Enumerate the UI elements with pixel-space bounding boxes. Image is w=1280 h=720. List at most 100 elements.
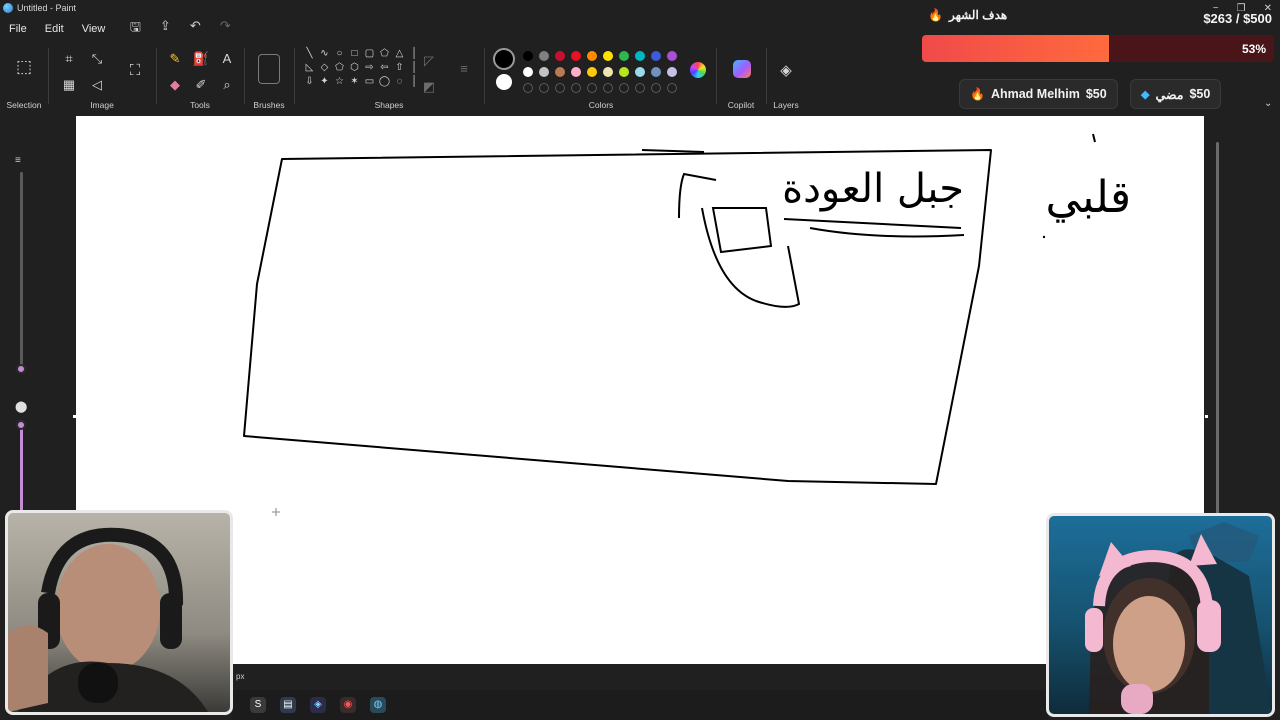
menu-bar: File Edit View 🖫 ⇪ ↶ ↷ (0, 18, 234, 40)
text-icon[interactable]: A (218, 50, 236, 68)
line-shape-icon[interactable]: ╲ (302, 48, 317, 62)
triangle-shape-icon[interactable]: △ (392, 48, 407, 62)
color-swatch[interactable] (555, 51, 565, 61)
canvas-resize-handle[interactable] (1205, 415, 1208, 418)
custom-color-slot[interactable] (603, 83, 613, 93)
color-swatch[interactable] (603, 51, 613, 61)
right-arrow-shape-icon[interactable]: ⇨ (362, 62, 377, 76)
rectangle-shape-icon[interactable]: □ (347, 48, 362, 62)
six-point-star-shape-icon[interactable]: ✶ (347, 76, 362, 90)
donor-name: مضي (1155, 87, 1184, 102)
rounded-rectangle-shape-icon[interactable]: ▢ (362, 48, 377, 62)
color-swatch[interactable] (603, 67, 613, 77)
secondary-color[interactable] (496, 74, 512, 90)
color-swatch[interactable] (571, 67, 581, 77)
paint-taskbar-icon[interactable]: ◍ (370, 697, 386, 713)
color-picker-icon[interactable]: ✐ (192, 76, 210, 94)
divider (766, 48, 767, 104)
photos-icon[interactable]: ▤ (280, 697, 296, 713)
right-triangle-shape-icon[interactable]: ◺ (302, 62, 317, 76)
custom-color-slot[interactable] (619, 83, 629, 93)
pentagon-shape-icon[interactable]: ⬠ (332, 62, 347, 76)
menu-file[interactable]: File (0, 23, 36, 35)
brush-size-icon: ≡ (15, 155, 21, 166)
color-swatch[interactable] (667, 51, 677, 61)
drawing-canvas[interactable]: جبل العودة قلبي (76, 116, 1204, 664)
color-swatch[interactable] (587, 51, 597, 61)
four-point-star-shape-icon[interactable]: ✦ (317, 76, 332, 90)
size-slider-track[interactable] (20, 172, 23, 368)
color-swatch[interactable] (523, 67, 533, 77)
polygon-shape-icon[interactable]: ⬠ (377, 48, 392, 62)
custom-color-slot[interactable] (571, 83, 581, 93)
size-slider-thumb[interactable] (16, 364, 26, 374)
oval-callout-shape-icon[interactable]: ◯ (377, 76, 392, 90)
color-swatch[interactable] (667, 67, 677, 77)
five-point-star-shape-icon[interactable]: ☆ (332, 76, 347, 90)
app-icon[interactable]: ◈ (310, 697, 326, 713)
custom-color-slot[interactable] (523, 83, 533, 93)
color-swatch[interactable] (635, 67, 645, 77)
custom-color-slot[interactable] (587, 83, 597, 93)
color-swatch[interactable] (555, 67, 565, 77)
redo-icon[interactable]: ↷ (216, 18, 234, 40)
primary-color[interactable] (493, 48, 515, 70)
cloud-callout-shape-icon[interactable]: ◌ (392, 76, 407, 90)
undo-icon[interactable]: ↶ (186, 18, 204, 40)
webcam-right (1046, 513, 1275, 717)
color-swatch[interactable] (651, 67, 661, 77)
custom-color-slot[interactable] (539, 83, 549, 93)
crop-icon[interactable]: ⌗ (60, 50, 78, 68)
up-arrow-shape-icon[interactable]: ⇧ (392, 62, 407, 76)
selection-icon[interactable]: ⬚ (15, 58, 33, 76)
hexagon-shape-icon[interactable]: ⬡ (347, 62, 362, 76)
edit-colors-icon[interactable] (690, 62, 706, 78)
diamond-shape-icon[interactable]: ◇ (317, 62, 332, 76)
left-arrow-shape-icon[interactable]: ⇦ (377, 62, 392, 76)
color-swatch[interactable] (619, 67, 629, 77)
remove-background-icon[interactable]: ▦ (60, 76, 78, 94)
fill-style-icon[interactable]: ◩ (420, 78, 438, 96)
image-select-icon[interactable]: ⛶ (126, 62, 144, 80)
down-arrow-shape-icon[interactable]: ⇩ (302, 76, 317, 90)
color-swatch[interactable] (635, 51, 645, 61)
save-icon[interactable]: 🖫 (126, 18, 144, 40)
magnifier-icon[interactable]: ⌕ (218, 76, 236, 94)
menu-edit[interactable]: Edit (36, 23, 73, 35)
resize-icon[interactable]: ⤡ (88, 50, 106, 68)
eraser-icon[interactable]: ◆ (166, 76, 184, 94)
rotate-icon[interactable]: ◁ (88, 76, 106, 94)
color-swatch[interactable] (619, 51, 629, 61)
custom-color-slot[interactable] (555, 83, 565, 93)
custom-color-slot[interactable] (667, 83, 677, 93)
opacity-slider-track[interactable] (20, 420, 23, 512)
size-icon[interactable]: ≡ (455, 60, 473, 78)
oval-shape-icon[interactable]: ○ (332, 48, 347, 62)
color-swatch[interactable] (587, 67, 597, 77)
color-swatch[interactable] (571, 51, 581, 61)
webcam-person (1085, 522, 1272, 714)
brush-icon[interactable] (258, 54, 280, 84)
pencil-icon[interactable]: ✎ (166, 50, 184, 68)
custom-color-slot[interactable] (651, 83, 661, 93)
opacity-slider-thumb[interactable] (16, 420, 26, 430)
color-swatch[interactable] (523, 51, 533, 61)
color-swatch[interactable] (651, 51, 661, 61)
obs-icon[interactable]: ◉ (340, 697, 356, 713)
ribbon-collapse-icon[interactable]: ⌄ (1264, 98, 1272, 109)
share-icon[interactable]: ⇪ (156, 18, 174, 40)
skype-icon[interactable]: S (250, 697, 266, 713)
curve-shape-icon[interactable]: ∿ (317, 48, 332, 62)
callout-shape-icon[interactable]: ▭ (362, 76, 377, 90)
donor-amount: $50 (1189, 87, 1211, 101)
copilot-icon[interactable] (733, 60, 751, 78)
color-swatch[interactable] (539, 67, 549, 77)
menu-view[interactable]: View (73, 23, 115, 35)
color-swatch[interactable] (539, 51, 549, 61)
outline-icon[interactable]: ◸ (420, 52, 438, 70)
layers-icon[interactable]: ◈ (777, 62, 795, 80)
color-palette (520, 48, 680, 96)
fill-icon[interactable]: ⛽ (192, 50, 210, 68)
custom-color-slot[interactable] (635, 83, 645, 93)
canvas-resize-handle[interactable] (73, 415, 76, 418)
